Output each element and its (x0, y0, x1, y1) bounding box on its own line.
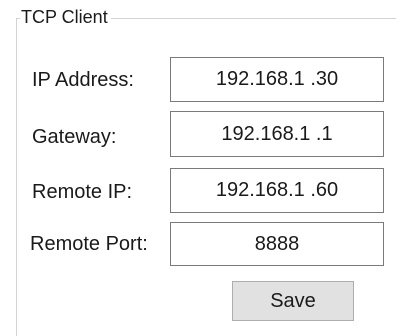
group-title: TCP Client (20, 6, 111, 28)
ip-address-field[interactable] (170, 57, 384, 102)
gateway-label: Gateway: (32, 126, 117, 148)
gateway-field[interactable] (170, 111, 384, 157)
remote-ip-label: Remote IP: (32, 181, 133, 203)
save-button[interactable]: Save (232, 281, 354, 321)
remote-ip-field[interactable] (170, 168, 384, 213)
ip-address-label: IP Address: (32, 69, 134, 91)
remote-port-label: Remote Port: (30, 233, 148, 255)
remote-port-field[interactable] (170, 222, 384, 266)
